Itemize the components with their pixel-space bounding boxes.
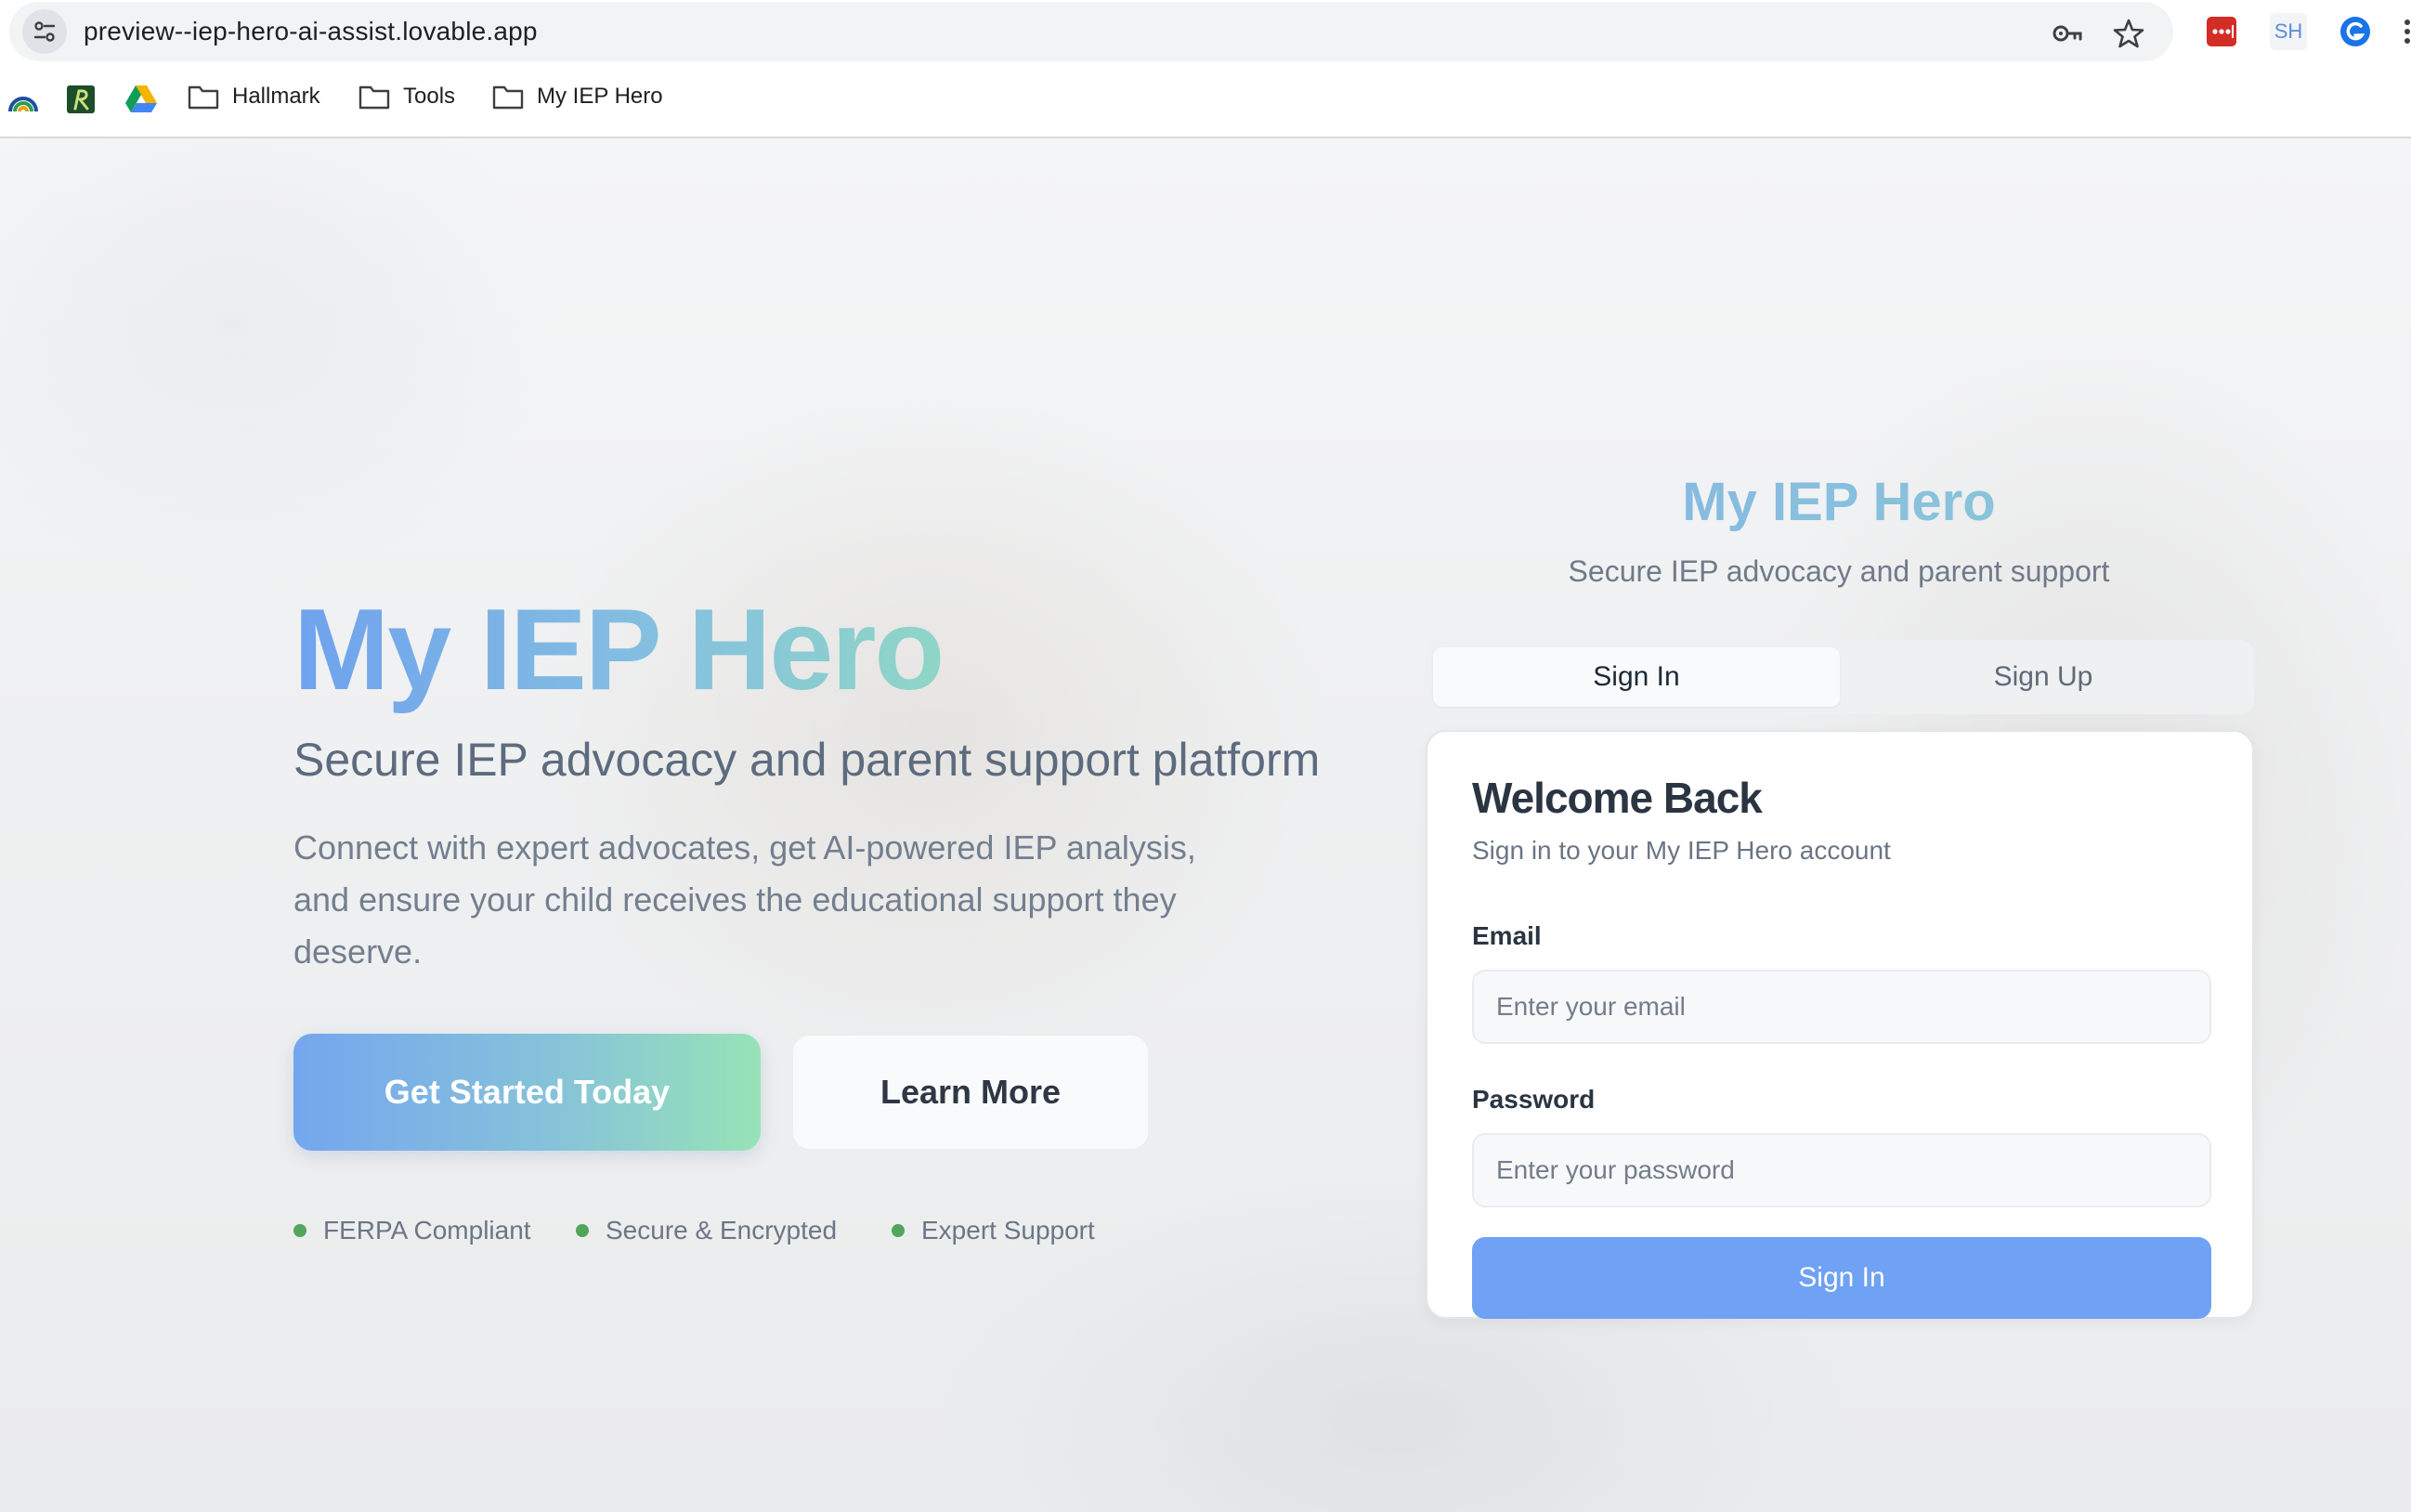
auth-tabs: Sign In Sign Up (1426, 640, 2254, 714)
rk-bookmark-icon[interactable] (65, 84, 97, 115)
lastpass-extension-icon[interactable] (2203, 13, 2240, 50)
get-started-button[interactable]: Get Started Today (293, 1034, 761, 1151)
feature-label: FERPA Compliant (323, 1216, 531, 1245)
feature-item: Secure & Encrypted (576, 1216, 892, 1245)
hero-subtitle: Secure IEP advocacy and parent support p… (293, 734, 1321, 786)
bookmarks-bar: Hallmark Tools My IEP Hero (0, 76, 2411, 123)
email-label: Email (1472, 921, 1542, 950)
check-dot-icon (576, 1224, 589, 1237)
tab-sign-up[interactable]: Sign Up (1840, 647, 2247, 707)
bookmark-folder-hallmark[interactable]: Hallmark (188, 84, 320, 110)
learn-more-button[interactable]: Learn More (791, 1034, 1150, 1151)
sh-extension-icon[interactable]: SH (2270, 13, 2307, 50)
bookmark-folder-tools[interactable]: Tools (358, 84, 455, 110)
folder-icon (188, 85, 219, 110)
bookmark-label: My IEP Hero (537, 84, 663, 109)
grammarly-extension-icon[interactable] (2337, 13, 2374, 50)
address-bar[interactable]: preview--iep-hero-ai-assist.lovable.app (9, 2, 2173, 61)
feature-item: Expert Support (892, 1216, 1095, 1245)
hero-description: Connect with expert advocates, get AI-po… (293, 828, 1196, 971)
folder-icon (358, 85, 390, 110)
auth-panel-title: My IEP Hero (1426, 471, 2252, 533)
tab-sign-in[interactable]: Sign In (1433, 647, 1840, 707)
password-label: Password (1472, 1085, 1596, 1114)
folder-icon (492, 85, 524, 110)
sign-in-button[interactable]: Sign In (1472, 1237, 2211, 1319)
card-description: Sign in to your My IEP Hero account (1472, 836, 1891, 865)
password-field[interactable] (1472, 1133, 2211, 1207)
bookmark-label: Hallmark (232, 84, 320, 109)
google-drive-icon[interactable] (124, 84, 158, 113)
url-text[interactable]: preview--iep-hero-ai-assist.lovable.app (84, 17, 538, 46)
feature-list: FERPA Compliant Secure & Encrypted Exper… (293, 1216, 1095, 1245)
bookmark-folder-my-iep-hero[interactable]: My IEP Hero (492, 84, 663, 110)
card-title: Welcome Back (1472, 774, 1763, 822)
check-dot-icon (892, 1224, 905, 1237)
feature-item: FERPA Compliant (293, 1216, 576, 1245)
hero-title: My IEP Hero (293, 586, 945, 714)
check-dot-icon (293, 1224, 306, 1237)
rainbow-bookmark-icon[interactable] (7, 84, 39, 115)
password-key-icon[interactable] (2051, 17, 2084, 50)
email-field[interactable] (1472, 970, 2211, 1044)
site-settings-icon[interactable] (22, 9, 67, 54)
feature-label: Expert Support (921, 1216, 1095, 1245)
auth-panel-subtitle: Secure IEP advocacy and parent support (1568, 554, 2110, 588)
bookmark-label: Tools (403, 84, 456, 109)
landing-page: My IEP Hero Secure IEP advocacy and pare… (0, 138, 2411, 1512)
sign-in-card: Welcome Back Sign in to your My IEP Hero… (1426, 730, 2254, 1319)
more-menu-icon[interactable] (2400, 13, 2411, 50)
feature-label: Secure & Encrypted (606, 1216, 838, 1245)
browser-chrome: preview--iep-hero-ai-assist.lovable.app … (0, 0, 2411, 138)
bookmark-star-icon[interactable] (2112, 17, 2145, 50)
